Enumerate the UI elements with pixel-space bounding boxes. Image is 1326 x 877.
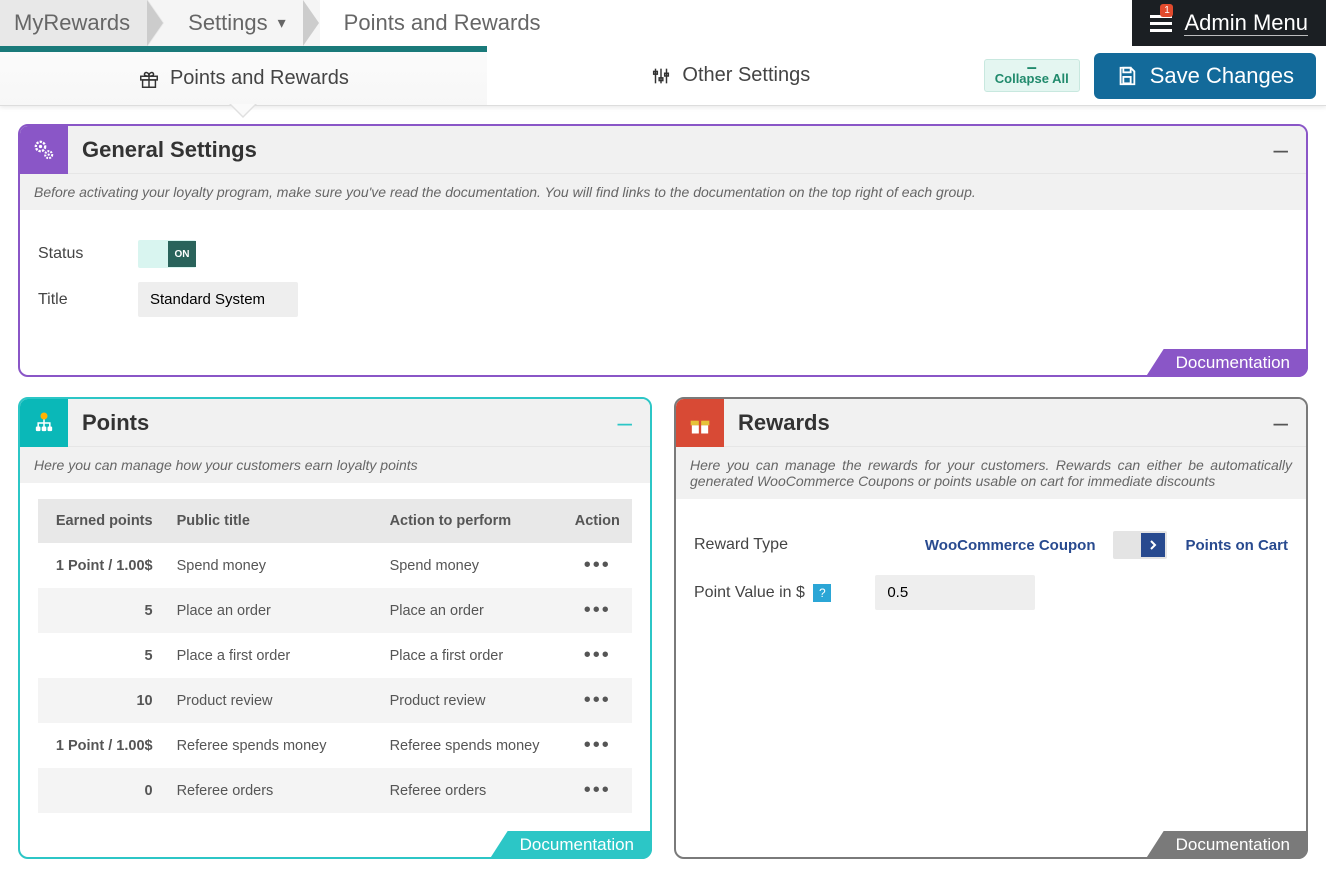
- panel-points: Points – Here you can manage how your cu…: [18, 397, 652, 859]
- gears-icon: [20, 126, 68, 174]
- collapse-all-label: Collapse All: [995, 71, 1069, 86]
- breadcrumb: MyRewards Settings ▾ Points and Rewards …: [0, 0, 1326, 46]
- cell-action-perform: Place an order: [348, 588, 563, 633]
- table-row: 5Place an orderPlace an order•••: [38, 588, 632, 633]
- gift-icon: [676, 399, 724, 447]
- panel-general-settings: General Settings – Before activating you…: [18, 124, 1308, 377]
- points-table: Earned points Public title Action to per…: [38, 499, 632, 813]
- reward-type-label: Reward Type: [694, 536, 788, 554]
- point-value-input[interactable]: [875, 575, 1035, 610]
- documentation-link[interactable]: Documentation: [1146, 831, 1308, 859]
- save-changes-label: Save Changes: [1150, 63, 1294, 89]
- help-icon[interactable]: ?: [813, 584, 831, 602]
- collapse-panel-button[interactable]: –: [1274, 134, 1288, 165]
- panel-description: Before activating your loyalty program, …: [20, 174, 1306, 210]
- tab-label: Other Settings: [682, 64, 810, 87]
- title-label: Title: [38, 291, 108, 309]
- admin-menu[interactable]: 1 Admin Menu: [1132, 0, 1326, 46]
- table-row: 0Referee ordersReferee orders•••: [38, 768, 632, 813]
- tab-points-and-rewards[interactable]: Points and Rewards: [0, 46, 487, 105]
- reward-type-option-coupon[interactable]: WooCommerce Coupon: [925, 537, 1096, 554]
- table-row: 5Place a first orderPlace a first order•…: [38, 633, 632, 678]
- documentation-link[interactable]: Documentation: [490, 831, 652, 859]
- row-actions-menu[interactable]: •••: [563, 588, 632, 633]
- collapse-all-button[interactable]: – Collapse All: [984, 59, 1080, 91]
- reward-type-switch[interactable]: [1113, 531, 1167, 559]
- cell-public-title: Place an order: [167, 588, 348, 633]
- panel-description: Here you can manage how your customers e…: [20, 447, 650, 483]
- chevron-right-icon: [1141, 533, 1165, 557]
- cell-earned: 10: [38, 678, 167, 723]
- chevron-down-icon[interactable]: ▾: [278, 13, 286, 33]
- cell-public-title: Spend money: [167, 543, 348, 588]
- panel-description: Here you can manage the rewards for your…: [676, 447, 1306, 499]
- save-icon: [1116, 65, 1138, 87]
- collapse-panel-button[interactable]: –: [618, 407, 632, 438]
- cell-earned: 5: [38, 633, 167, 678]
- gift-icon: [138, 68, 160, 90]
- table-row: 10Product reviewProduct review•••: [38, 678, 632, 723]
- row-actions-menu[interactable]: •••: [563, 723, 632, 768]
- cell-action-perform: Place a first order: [348, 633, 563, 678]
- chevron-right-icon: [304, 0, 320, 46]
- hamburger-icon: [1150, 15, 1172, 32]
- panel-title: General Settings: [82, 137, 1274, 163]
- panel-title: Rewards: [738, 410, 1274, 436]
- cell-public-title: Referee spends money: [167, 723, 348, 768]
- table-row: 1 Point / 1.00$Referee spends moneyRefer…: [38, 723, 632, 768]
- row-actions-menu[interactable]: •••: [563, 678, 632, 723]
- panel-rewards: Rewards – Here you can manage the reward…: [674, 397, 1308, 859]
- cell-action-perform: Product review: [348, 678, 563, 723]
- admin-menu-label: Admin Menu: [1184, 10, 1308, 36]
- breadcrumb-section[interactable]: Settings ▾: [164, 0, 304, 46]
- table-row: 1 Point / 1.00$Spend moneySpend money•••: [38, 543, 632, 588]
- title-input[interactable]: [138, 282, 298, 317]
- col-action-perform: Action to perform: [348, 499, 563, 543]
- cell-action-perform: Referee spends money: [348, 723, 563, 768]
- save-changes-button[interactable]: Save Changes: [1094, 53, 1316, 99]
- row-actions-menu[interactable]: •••: [563, 768, 632, 813]
- tab-label: Points and Rewards: [170, 67, 349, 90]
- reward-type-option-points[interactable]: Points on Cart: [1185, 537, 1288, 554]
- cell-public-title: Place a first order: [167, 633, 348, 678]
- cell-earned: 1 Point / 1.00$: [38, 543, 167, 588]
- tab-other-settings[interactable]: Other Settings: [487, 46, 974, 105]
- notification-badge: 1: [1160, 4, 1173, 17]
- documentation-link[interactable]: Documentation: [1146, 349, 1308, 377]
- chevron-right-icon: [148, 0, 164, 46]
- breadcrumb-section-label: Settings: [188, 10, 268, 36]
- point-value-label: Point Value in $ ?: [694, 584, 831, 602]
- collapse-panel-button[interactable]: –: [1274, 407, 1288, 438]
- points-network-icon: [20, 399, 68, 447]
- row-actions-menu[interactable]: •••: [563, 633, 632, 678]
- status-toggle[interactable]: ON: [138, 240, 196, 268]
- sliders-icon: [650, 65, 672, 87]
- breadcrumb-page: Points and Rewards: [320, 0, 1133, 46]
- cell-earned: 0: [38, 768, 167, 813]
- toggle-on-label: ON: [168, 241, 196, 267]
- col-earned: Earned points: [38, 499, 167, 543]
- cell-action-perform: Spend money: [348, 543, 563, 588]
- breadcrumb-app[interactable]: MyRewards: [0, 0, 148, 46]
- cell-earned: 5: [38, 588, 167, 633]
- cell-action-perform: Referee orders: [348, 768, 563, 813]
- panel-title: Points: [82, 410, 618, 436]
- cell-earned: 1 Point / 1.00$: [38, 723, 167, 768]
- status-label: Status: [38, 245, 108, 263]
- row-actions-menu[interactable]: •••: [563, 543, 632, 588]
- col-public-title: Public title: [167, 499, 348, 543]
- cell-public-title: Product review: [167, 678, 348, 723]
- cell-public-title: Referee orders: [167, 768, 348, 813]
- col-action: Action: [563, 499, 632, 543]
